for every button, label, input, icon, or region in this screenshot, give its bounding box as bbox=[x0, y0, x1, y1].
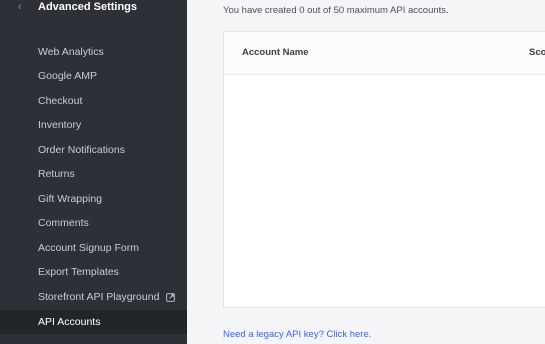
sidebar-item-label: Account Signup Form bbox=[38, 242, 139, 254]
sidebar-item-label: Google AMP bbox=[38, 70, 97, 82]
sidebar-item-comments[interactable]: Comments bbox=[0, 211, 187, 235]
sidebar-item-label: Inventory bbox=[38, 119, 82, 131]
sidebar-item-checkout[interactable]: Checkout bbox=[0, 89, 187, 113]
sidebar-item-label: Order Notifications bbox=[38, 144, 125, 156]
account-count-summary: You have created 0 out of 50 maximum API… bbox=[223, 5, 449, 16]
sidebar-item-label: Storefront API Playground bbox=[38, 291, 160, 303]
sidebar: ‹ Advanced Settings Web Analytics Google… bbox=[0, 0, 187, 344]
chevron-left-icon[interactable]: ‹ bbox=[18, 1, 22, 13]
table-header: Account Name Sco bbox=[224, 32, 545, 75]
sidebar-item-label: Gift Wrapping bbox=[38, 193, 102, 205]
sidebar-item-google-amp[interactable]: Google AMP bbox=[0, 64, 187, 88]
legacy-api-key-link[interactable]: Need a legacy API key? Click here. bbox=[223, 329, 371, 340]
sidebar-header[interactable]: ‹ Advanced Settings bbox=[0, 0, 187, 18]
sidebar-item-storefront-api-playground[interactable]: Storefront API Playground bbox=[0, 285, 187, 309]
api-accounts-table: Account Name Sco bbox=[223, 31, 545, 308]
sidebar-item-label: API Accounts bbox=[38, 316, 101, 328]
main-content: You have created 0 out of 50 maximum API… bbox=[187, 0, 545, 344]
column-header-account-name[interactable]: Account Name bbox=[242, 47, 309, 58]
external-link-icon bbox=[166, 292, 176, 302]
sidebar-item-web-analytics[interactable]: Web Analytics bbox=[0, 40, 187, 64]
sidebar-item-account-signup-form[interactable]: Account Signup Form bbox=[0, 236, 187, 260]
column-header-scope[interactable]: Sco bbox=[529, 47, 545, 58]
sidebar-item-export-templates[interactable]: Export Templates bbox=[0, 260, 187, 284]
sidebar-item-label: Checkout bbox=[38, 95, 83, 107]
sidebar-item-inventory[interactable]: Inventory bbox=[0, 113, 187, 137]
sidebar-item-order-notifications[interactable]: Order Notifications bbox=[0, 138, 187, 162]
sidebar-item-label: Returns bbox=[38, 168, 75, 180]
sidebar-item-returns[interactable]: Returns bbox=[0, 162, 187, 186]
sidebar-item-label: Web Analytics bbox=[38, 46, 104, 58]
sidebar-title: Advanced Settings bbox=[38, 1, 138, 13]
sidebar-item-label: Export Templates bbox=[38, 266, 119, 278]
sidebar-item-label: Comments bbox=[38, 217, 89, 229]
sidebar-item-gift-wrapping[interactable]: Gift Wrapping bbox=[0, 187, 187, 211]
sidebar-item-api-accounts[interactable]: API Accounts bbox=[0, 310, 187, 334]
